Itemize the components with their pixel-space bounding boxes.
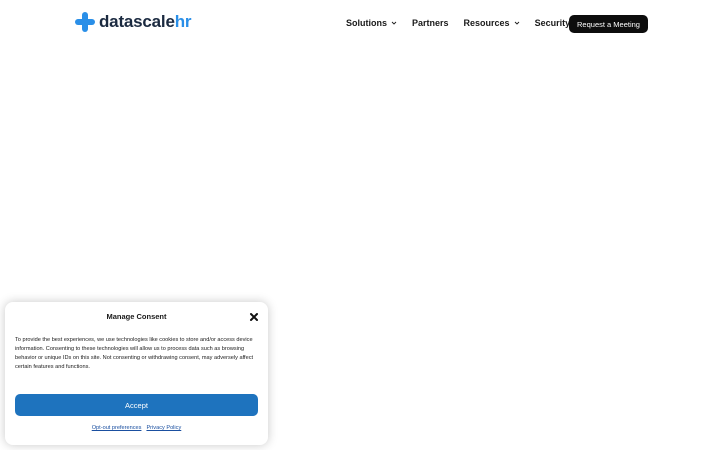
nav-item-solutions[interactable]: Solutions xyxy=(346,18,397,28)
consent-dialog: Manage Consent To provide the best exper… xyxy=(5,302,268,445)
logo-text-accent: hr xyxy=(174,12,192,31)
consent-text: To provide the best experiences, we use … xyxy=(15,337,254,370)
nav-item-label: Partners xyxy=(412,18,449,28)
request-meeting-button[interactable]: Request a Meeting xyxy=(569,15,648,33)
main-nav: Solutions Partners Resources Security xyxy=(346,15,570,31)
chevron-down-icon xyxy=(514,21,519,25)
logo[interactable]: datascalehr xyxy=(75,11,192,33)
nav-item-resources[interactable]: Resources xyxy=(464,18,520,28)
plus-logo-icon xyxy=(75,12,95,32)
nav-item-security[interactable]: Security xyxy=(535,18,571,28)
nav-item-partners[interactable]: Partners xyxy=(412,18,449,28)
site-header: datascalehr Solutions Partners Resources… xyxy=(0,0,720,46)
chevron-down-icon xyxy=(391,21,397,25)
accept-button[interactable]: Accept xyxy=(15,394,258,416)
nav-item-label: Resources xyxy=(463,18,510,28)
close-icon[interactable] xyxy=(248,311,260,323)
consent-title: Manage Consent xyxy=(106,312,167,321)
opt-out-preferences-link[interactable]: Opt-out preferences xyxy=(92,425,142,431)
page: datascalehr Solutions Partners Resources… xyxy=(0,0,720,450)
logo-text-main: datascale xyxy=(99,12,175,31)
nav-item-label: Solutions xyxy=(346,18,387,28)
consent-links: Opt-out preferences Privacy Policy xyxy=(5,425,268,431)
logo-text: datascalehr xyxy=(99,12,192,32)
privacy-policy-link[interactable]: Privacy Policy xyxy=(146,425,181,431)
nav-item-label: Security xyxy=(534,18,571,28)
